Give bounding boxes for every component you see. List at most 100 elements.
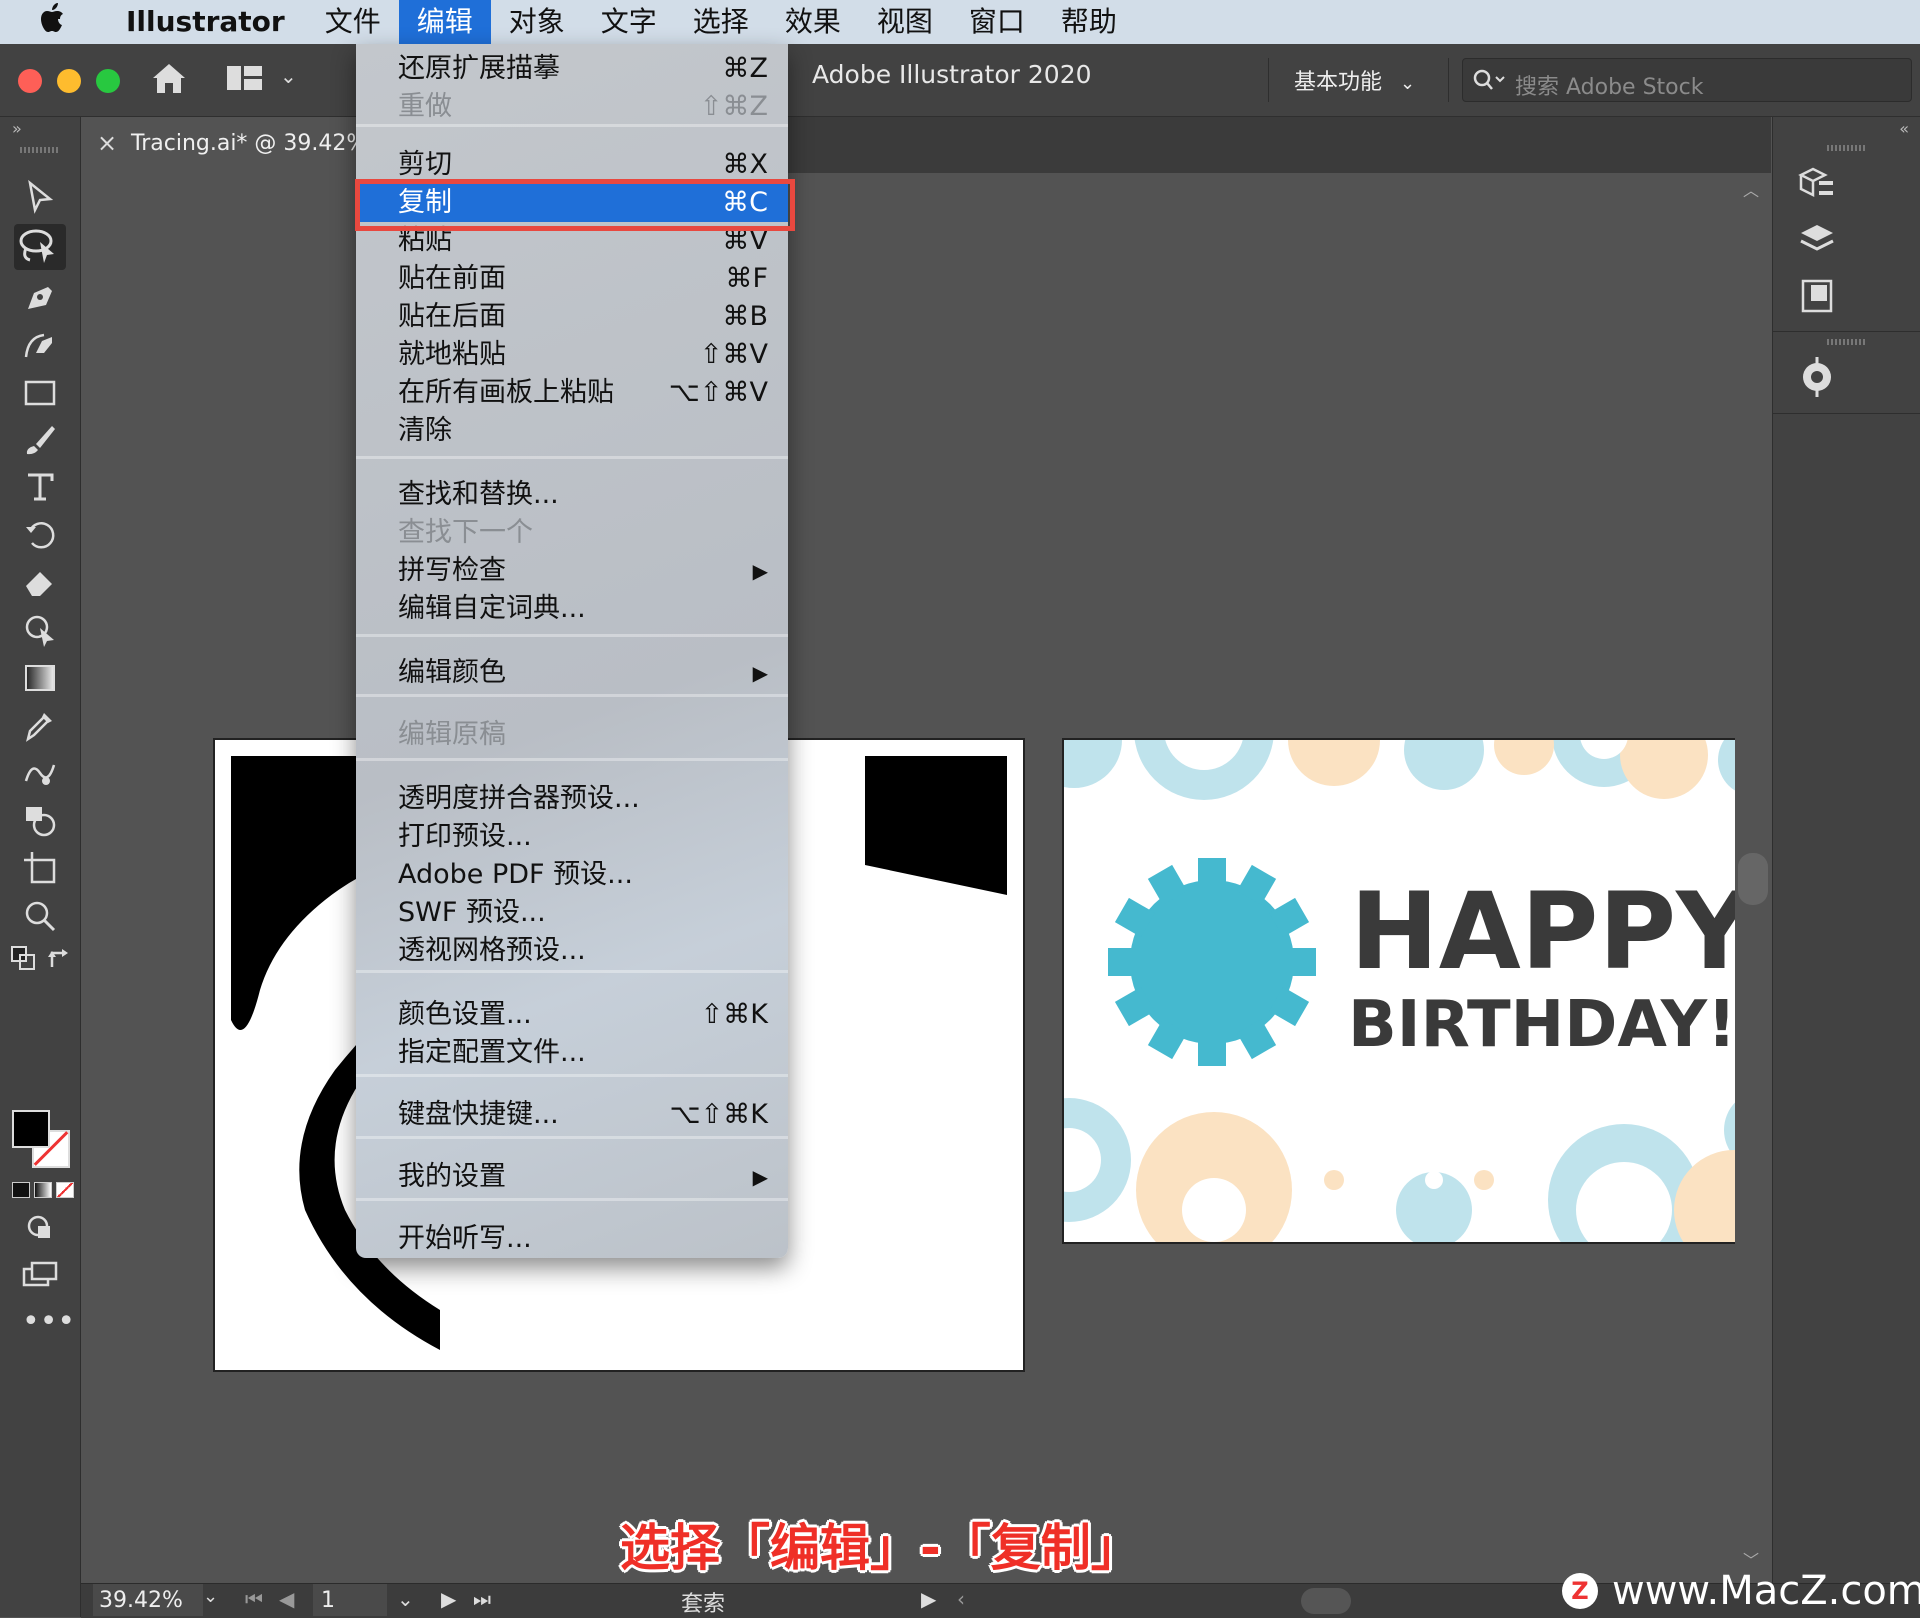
minimize-window-button[interactable] [57,69,81,93]
edit-menu-item[interactable]: 键盘快捷键... ⌥⇧⌘K [356,1096,788,1134]
edit-menu-item[interactable]: 就地粘贴 ⇧⌘V [356,336,788,374]
menu-object[interactable]: 对象 [491,0,583,44]
chevron-down-icon[interactable]: ⌄ [203,1586,218,1607]
menu-file[interactable]: 文件 [307,0,399,44]
none-mode-button[interactable] [56,1182,74,1198]
tab-tracing[interactable]: × Tracing.ai* @ 39.42% ( [81,117,383,173]
layers-icon[interactable] [1795,219,1839,263]
panel-grip[interactable] [20,147,58,153]
close-window-button[interactable] [18,69,42,93]
edit-menu-item[interactable]: 还原扩展描摹 ⌘Z [356,50,788,88]
document-tab-bar: × Tracing.ai* @ 39.42% ( [81,117,1771,173]
scroll-up-icon[interactable]: ︿ [1743,177,1759,201]
first-artboard-icon[interactable]: ⏮ [245,1587,263,1611]
menu-type[interactable]: 文字 [583,0,675,44]
more-tools-icon[interactable]: ••• [22,1307,75,1348]
type-tool-icon[interactable] [22,469,58,505]
draw-mode-icon[interactable] [22,1210,58,1246]
zoom-level-field[interactable]: 39.42% [93,1584,203,1616]
gradient-mode-button[interactable] [34,1182,52,1198]
scroll-left-icon[interactable]: ‹ [957,1587,965,1611]
edit-menu-item[interactable]: 贴在前面 ⌘F [356,260,788,298]
close-icon[interactable]: × [97,129,117,157]
edit-menu-item: 编辑原稿 [356,716,788,754]
previous-artboard-icon[interactable]: ◀ [279,1587,294,1611]
divider [1773,331,1920,332]
menu-item-label: 拼写检查 [398,555,506,586]
next-artboard-icon[interactable]: ▶ [441,1587,456,1611]
fill-color-swatch[interactable] [12,1110,50,1148]
chevron-down-icon[interactable]: ⌄ [280,64,297,88]
menu-edit[interactable]: 编辑 [398,0,491,44]
menu-item-label: Adobe PDF 预设... [398,859,633,890]
workspace-switcher[interactable]: 基本功能 ⌄ [1294,64,1415,96]
last-artboard-icon[interactable]: ⏭ [473,1587,491,1611]
gradient-tool-icon[interactable] [22,660,58,696]
lasso-tool-icon[interactable] [14,224,66,270]
apple-icon[interactable] [0,3,108,41]
edit-menu-item[interactable]: 开始听写... [356,1220,788,1258]
artboard-number-field[interactable]: 1 [313,1584,387,1616]
edit-menu-item[interactable]: 透明度拼合器预设... [356,780,788,818]
edit-menu-item[interactable]: Adobe PDF 预设... [356,856,788,894]
image-trace-icon[interactable] [1795,355,1839,399]
direct-selection-tool-icon[interactable] [22,179,58,215]
home-icon[interactable] [150,60,188,96]
free-transform-tool-icon[interactable] [22,612,58,648]
edit-menu-item[interactable]: 拼写检查 ▶ [356,552,788,590]
vertical-scrollbar[interactable]: ︿ ﹀ [1735,173,1771,1583]
edit-menu-item[interactable]: 在所有画板上粘贴 ⌥⇧⌘V [356,374,788,412]
symbol-sprayer-tool-icon[interactable] [22,803,58,839]
edit-menu-item[interactable]: 指定配置文件... [356,1034,788,1072]
edit-menu-item[interactable]: 编辑自定词典... [356,590,788,628]
stock-search-input[interactable]: 搜索 Adobe Stock [1462,58,1912,102]
zoom-tool-icon[interactable] [22,898,58,934]
zoom-window-button[interactable] [96,69,120,93]
edit-menu-item[interactable]: 清除 [356,412,788,450]
edit-menu-item[interactable]: SWF 预设... [356,894,788,932]
menu-window[interactable]: 窗口 [951,0,1043,44]
edit-menu-item[interactable]: 编辑颜色 ▶ [356,654,788,692]
edit-menu-item[interactable]: 颜色设置... ⇧⌘K [356,996,788,1034]
menu-item-label: SWF 预设... [398,897,546,928]
menu-item-shortcut: ⌘B [722,301,768,332]
divider [1268,58,1269,102]
rectangle-tool-icon[interactable] [22,375,58,411]
pen-tool-icon[interactable] [22,279,58,315]
panel-grip[interactable] [1827,145,1865,151]
eyedropper-tool-icon[interactable] [22,707,58,743]
chevron-down-icon[interactable]: ⌄ [397,1587,414,1611]
edit-menu-item[interactable]: 贴在后面 ⌘B [356,298,788,336]
collapse-panel-icon[interactable]: « [1899,119,1909,138]
curvature-tool-icon[interactable] [22,327,58,363]
status-menu-icon[interactable]: ▶ [921,1587,936,1611]
artboards-icon[interactable] [1795,275,1839,319]
menu-separator [356,970,788,973]
collapse-panel-icon[interactable]: » [12,119,22,138]
color-mode-button[interactable] [12,1182,30,1198]
edit-menu-item[interactable]: 透视网格预设... [356,932,788,970]
edit-menu-item[interactable]: 我的设置 ▶ [356,1158,788,1196]
menu-app-name[interactable]: Illustrator [108,0,307,44]
artboard-birthday-card[interactable]: HAPPY BIRTHDAY! [1062,738,1770,1244]
canvas[interactable]: HAPPY BIRTHDAY! [81,173,1771,1583]
rotate-tool-icon[interactable] [22,517,58,553]
menu-help[interactable]: 帮助 [1043,0,1135,44]
screen-mode-icon[interactable] [22,1257,58,1293]
menu-view[interactable]: 视图 [859,0,951,44]
edit-menu-item[interactable]: 查找和替换... [356,476,788,514]
blend-tool-icon[interactable] [22,755,58,791]
swap-fill-stroke-icon[interactable] [46,945,74,973]
horizontal-scroll-thumb[interactable] [1301,1588,1351,1614]
arrange-documents-icon[interactable] [226,64,264,92]
edit-menu-item[interactable]: 打印预设... [356,818,788,856]
scroll-thumb[interactable] [1738,853,1768,905]
paintbrush-tool-icon[interactable] [22,422,58,458]
eraser-tool-icon[interactable] [22,564,58,600]
menu-effect[interactable]: 效果 [767,0,859,44]
libraries-icon[interactable] [1795,163,1839,207]
artboard-tool-icon[interactable] [22,850,58,886]
default-fill-stroke-icon[interactable] [10,945,38,973]
panel-grip[interactable] [1827,339,1865,345]
menu-select[interactable]: 选择 [675,0,767,44]
